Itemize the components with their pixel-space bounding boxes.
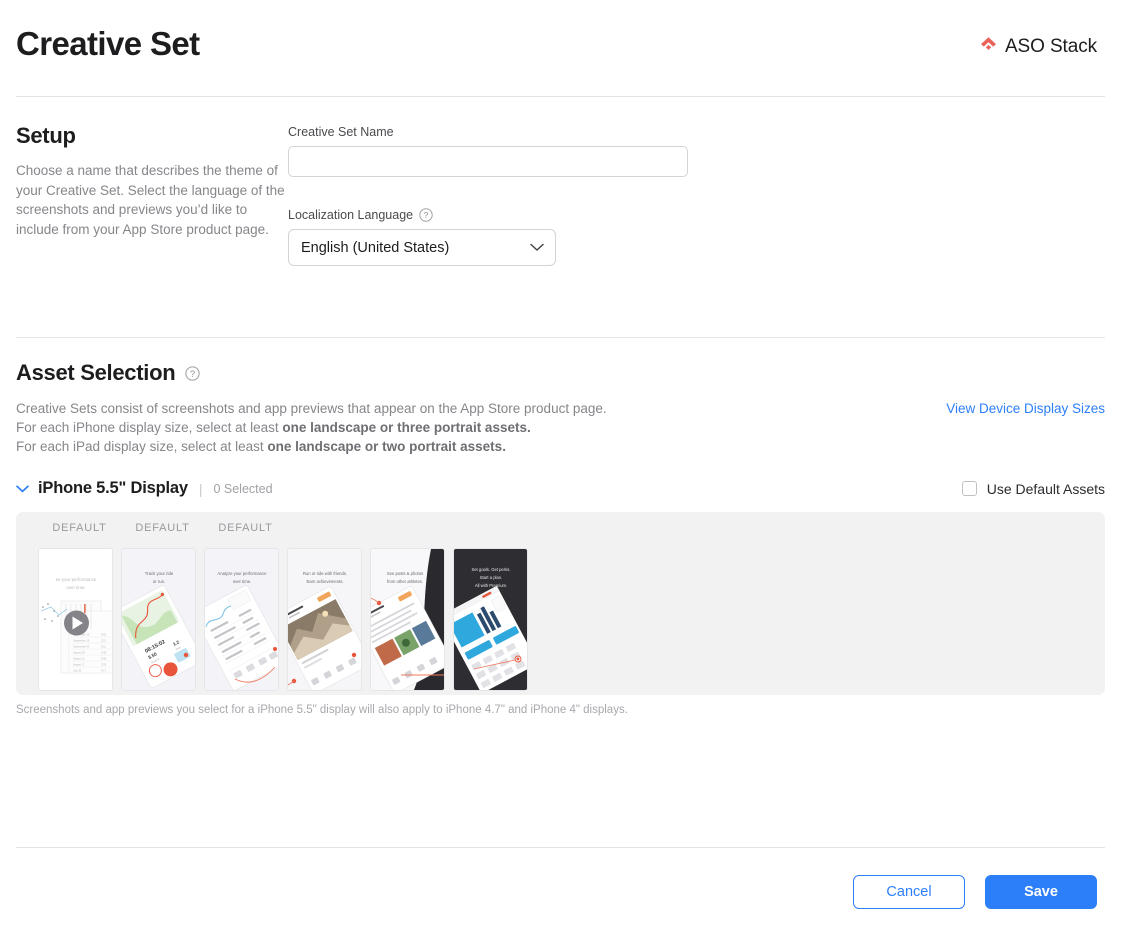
display-group-toggle[interactable]: iPhone 5.5" Display | 0 Selected [16, 479, 273, 498]
asset-gallery-note: Screenshots and app previews you select … [16, 704, 628, 716]
svg-text:August 28: August 28 [73, 651, 85, 655]
svg-text:August 17: August 17 [73, 663, 85, 667]
localization-language-select[interactable]: English (United States) [288, 229, 556, 266]
asset-thumbnail[interactable]: Analyze your performance over time. [204, 548, 279, 691]
question-circle-icon[interactable]: ? [185, 366, 201, 381]
svg-text:August 21: August 21 [73, 657, 85, 661]
use-default-assets-label: Use Default Assets [986, 480, 1105, 497]
display-group-selected-count: 0 Selected [213, 481, 273, 496]
display-group-name: iPhone 5.5" Display [38, 479, 188, 497]
svg-text:6:08: 6:08 [101, 657, 107, 661]
svg-text:Earn achievements.: Earn achievements. [306, 579, 343, 584]
svg-text:?: ? [190, 369, 195, 379]
svg-text:3:33: 3:33 [101, 663, 107, 667]
aso-stack-logo-icon [979, 35, 998, 59]
default-badge: DEFAULT [135, 522, 190, 534]
svg-text:Set goals. Get perks.: Set goals. Get perks. [471, 567, 510, 572]
asset-selection-rules: Creative Sets consist of screenshots and… [16, 399, 607, 456]
field-spacer [288, 177, 688, 208]
creative-set-name-label-text: Creative Set Name [288, 125, 394, 139]
asset-rule-bold: one landscape or two portrait assets. [267, 439, 506, 454]
svg-text:September 03: September 03 [73, 645, 90, 649]
asset-rule-text: For each iPad display size, select at le… [16, 439, 268, 454]
localization-language-label: Localization Language ? [288, 208, 688, 222]
svg-text:Run or ride with friends.: Run or ride with friends. [303, 571, 347, 576]
display-group-row: iPhone 5.5" Display | 0 Selected Use Def… [16, 479, 1105, 498]
svg-text:or run.: or run. [153, 579, 165, 584]
brand: ASO Stack [979, 35, 1097, 59]
use-default-assets-row[interactable]: Use Default Assets [961, 480, 1105, 497]
asset-gallery: DEFAULT DEFAULT DEFAULT ee your performa… [16, 512, 1105, 695]
cancel-button[interactable]: Cancel [853, 875, 965, 909]
asset-thumbnail[interactable]: ee your performance over time. September… [38, 548, 113, 691]
localization-language-select-box[interactable]: English (United States) [288, 229, 556, 266]
asset-selection-heading: Asset Selection [16, 360, 176, 385]
svg-text:Start a plan.: Start a plan. [480, 575, 503, 580]
asset-thumbnail[interactable]: See posts & photos from other athletes. [370, 548, 445, 691]
page-header: Creative Set ASO Stack [0, 0, 1121, 96]
setup-section: Setup Choose a name that describes the t… [0, 97, 1121, 337]
asset-selection-body: Creative Sets consist of screenshots and… [16, 399, 1105, 456]
setup-description-column: Setup Choose a name that describes the t… [16, 123, 288, 337]
setup-heading: Setup [16, 123, 76, 148]
creative-set-name-input[interactable] [288, 146, 688, 177]
svg-text:Analyze your performance: Analyze your performance [218, 571, 268, 576]
svg-text:September 10: September 10 [73, 639, 90, 643]
footer-divider [16, 847, 1105, 848]
localization-language-label-text: Localization Language [288, 208, 414, 222]
svg-text:?: ? [424, 210, 429, 220]
svg-text:2:45: 2:45 [101, 651, 107, 655]
asset-rule-line: Creative Sets consist of screenshots and… [16, 399, 607, 418]
svg-text:over time.: over time. [233, 579, 251, 584]
svg-text:See posts & photos: See posts & photos [387, 571, 423, 576]
asset-rule-text: Creative Sets consist of screenshots and… [16, 401, 607, 416]
svg-text:ee your performance: ee your performance [56, 577, 97, 582]
setup-description: Choose a name that describes the theme o… [16, 163, 285, 237]
default-label-row: DEFAULT DEFAULT DEFAULT [38, 522, 1105, 544]
setup-form-column: Creative Set Name Localization Language … [288, 123, 688, 337]
view-device-display-sizes-link[interactable]: View Device Display Sizes [946, 399, 1105, 416]
asset-selection-header: Asset Selection ? [16, 360, 1105, 386]
default-badge: DEFAULT [52, 522, 107, 534]
asset-thumbnail[interactable]: Track your ride or run. 08:15:02 8.50 1.… [121, 548, 196, 691]
svg-text:All with Premium.: All with Premium. [475, 583, 507, 588]
play-button-icon [64, 610, 89, 636]
asset-rule-bold: one landscape or three portrait assets. [282, 420, 531, 435]
brand-name: ASO Stack [1004, 36, 1097, 57]
svg-text:4:02: 4:02 [101, 633, 107, 637]
svg-text:3:21: 3:21 [101, 639, 107, 643]
use-default-assets-checkbox[interactable] [961, 481, 977, 496]
svg-text:Track your ride: Track your ride [145, 571, 174, 576]
page-title: Creative Set [16, 25, 200, 62]
default-badge: DEFAULT [218, 522, 273, 534]
footer-actions: Cancel Save [0, 875, 1121, 909]
svg-text:from other athletes.: from other athletes. [387, 579, 423, 584]
asset-selection-section: Asset Selection ? Creative Sets consist … [0, 338, 1121, 716]
question-circle-icon[interactable]: ? [419, 208, 433, 222]
svg-text:5:10: 5:10 [101, 645, 107, 649]
asset-thumbnail-list: ee your performance over time. September… [38, 548, 1105, 691]
asset-rule-line: For each iPad display size, select at le… [16, 437, 607, 456]
asset-rule-text: For each iPhone display size, select at … [16, 420, 283, 435]
svg-text:4:17: 4:17 [101, 669, 107, 673]
localization-language-value: English (United States) [301, 239, 450, 256]
asset-thumbnail[interactable]: Run or ride with friends. Earn achieveme… [287, 548, 362, 691]
asset-thumbnail[interactable]: Set goals. Get perks. Start a plan. All … [453, 548, 528, 691]
chevron-down-icon[interactable] [16, 482, 29, 495]
save-button[interactable]: Save [985, 875, 1097, 909]
asset-rule-line: For each iPhone display size, select at … [16, 418, 607, 437]
svg-text:over time.: over time. [66, 585, 85, 590]
svg-text:July 30: July 30 [73, 669, 82, 673]
creative-set-name-label: Creative Set Name [288, 125, 688, 139]
display-group-separator: | [198, 480, 203, 497]
